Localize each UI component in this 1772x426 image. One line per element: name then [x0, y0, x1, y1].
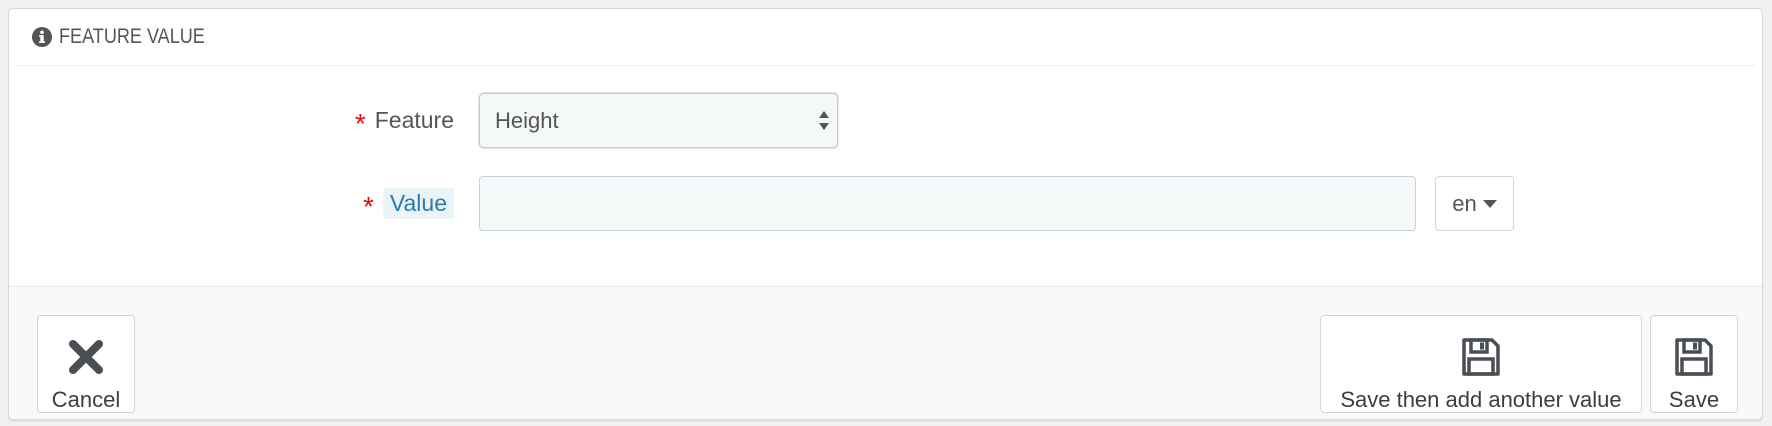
- panel-heading: FEATURE VALUE: [16, 9, 1755, 66]
- save-and-add-another-label: Save then add another value: [1340, 387, 1622, 412]
- floppy-disk-icon: [1673, 336, 1715, 378]
- caret-down-icon: [1482, 199, 1497, 208]
- required-mark: *: [354, 107, 366, 139]
- required-mark: *: [362, 190, 374, 222]
- feature-value-panel: FEATURE VALUE * Feature Height * Value e…: [8, 8, 1763, 420]
- panel-footer: Cancel Save then add another value Save: [9, 286, 1762, 419]
- cancel-button[interactable]: Cancel: [37, 315, 135, 413]
- language-dropdown-button[interactable]: en: [1435, 176, 1514, 231]
- feature-label: Feature: [374, 107, 454, 133]
- feature-label-group: * Feature: [354, 107, 454, 139]
- value-input[interactable]: [479, 176, 1416, 231]
- value-label[interactable]: Value: [382, 188, 454, 219]
- save-and-add-another-button[interactable]: Save then add another value: [1320, 315, 1642, 413]
- language-label: en: [1452, 190, 1477, 216]
- close-icon: [65, 336, 107, 378]
- value-row: * Value en: [9, 176, 1762, 231]
- select-arrows-icon: [818, 109, 830, 133]
- save-button[interactable]: Save: [1650, 315, 1738, 413]
- info-circle-icon: [31, 26, 53, 48]
- floppy-disk-icon: [1460, 336, 1502, 378]
- feature-select-value: Height: [495, 107, 559, 133]
- panel-title: FEATURE VALUE: [59, 25, 205, 48]
- cancel-label: Cancel: [51, 387, 121, 412]
- feature-row: * Feature Height: [9, 93, 1762, 148]
- value-label-group: * Value: [362, 188, 454, 222]
- save-label: Save: [1668, 387, 1720, 412]
- feature-select[interactable]: Height: [479, 93, 838, 148]
